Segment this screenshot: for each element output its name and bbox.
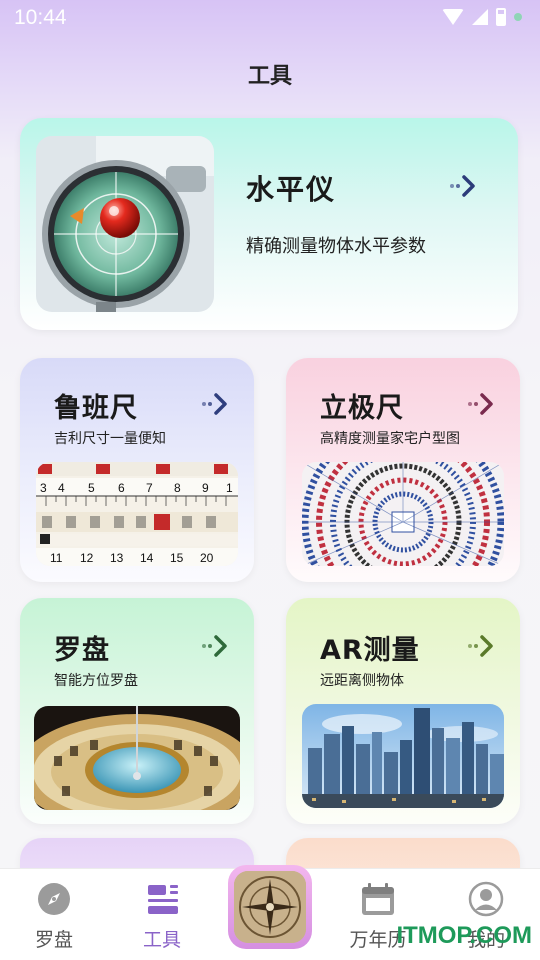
level-tool-card[interactable]: 水平仪 精确测量物体水平参数 bbox=[20, 118, 518, 330]
svg-text:14: 14 bbox=[140, 551, 154, 565]
liji-ruler-title: 立极尺 bbox=[320, 393, 404, 424]
compass-card-subtitle: 智能方位罗盘 bbox=[54, 673, 138, 689]
luopan-center-icon bbox=[234, 871, 306, 943]
nav-item-tools[interactable]: 工具 bbox=[108, 869, 216, 960]
battery-icon bbox=[496, 8, 506, 26]
chevron-right-icon[interactable] bbox=[200, 630, 232, 662]
chevron-right-icon[interactable] bbox=[200, 388, 232, 420]
svg-text:11: 11 bbox=[50, 551, 63, 565]
liji-chart-image bbox=[302, 462, 504, 566]
watermark: ITMOP.COM bbox=[396, 922, 532, 949]
svg-text:6: 6 bbox=[118, 481, 125, 495]
ar-measure-title: AR测量 bbox=[320, 635, 420, 666]
status-bar: 10:44 bbox=[0, 0, 540, 36]
svg-text:5: 5 bbox=[88, 481, 95, 495]
nav-label-compass: 罗盘 bbox=[34, 929, 73, 951]
page-title: 工具 bbox=[247, 64, 292, 89]
tools-icon bbox=[148, 885, 178, 914]
chevron-right-icon[interactable] bbox=[448, 170, 480, 202]
luban-ruler-subtitle: 吉利尺寸一量便知 bbox=[54, 431, 166, 447]
calendar-icon bbox=[362, 883, 394, 915]
wifi-icon bbox=[442, 9, 464, 25]
nav-item-compass[interactable]: 罗盘 bbox=[0, 869, 108, 960]
svg-text:9: 9 bbox=[202, 481, 209, 495]
svg-text:13: 13 bbox=[110, 551, 124, 565]
ar-measure-subtitle: 远距离侧物体 bbox=[320, 673, 404, 689]
svg-text:4: 4 bbox=[58, 481, 65, 495]
luban-ruler-image: 34 5 6 7 8 9 1 11 12 13 14 15 20 bbox=[36, 462, 238, 566]
luban-ruler-card[interactable]: 鲁班尺 吉利尺寸一量便知 34 5 6 7 8 9 1 11 12 13 14 15 20 bbox=[20, 358, 254, 582]
ar-measure-card[interactable]: AR测量 远距离侧物体 bbox=[286, 598, 520, 824]
nav-label-tools: 工具 bbox=[142, 929, 181, 951]
compass-card-title: 罗盘 bbox=[54, 635, 110, 666]
svg-text:15: 15 bbox=[170, 551, 184, 565]
city-skyline-image bbox=[302, 704, 504, 808]
status-icons bbox=[442, 8, 522, 26]
bottom-navigation: 罗盘 工具 万年历 我的 ITMOP.COM bbox=[0, 865, 540, 960]
level-tool-title: 水平仪 bbox=[246, 173, 337, 206]
svg-text:3: 3 bbox=[40, 481, 47, 495]
notification-dot-icon bbox=[514, 13, 522, 21]
nav-center-luopan-button[interactable] bbox=[228, 865, 312, 949]
svg-text:7: 7 bbox=[146, 481, 153, 495]
user-icon bbox=[468, 881, 504, 917]
chevron-right-icon[interactable] bbox=[466, 388, 498, 420]
status-time: 10:44 bbox=[14, 6, 67, 29]
level-gauge-image bbox=[36, 136, 214, 312]
luban-ruler-title: 鲁班尺 bbox=[54, 393, 138, 424]
svg-text:12: 12 bbox=[80, 551, 94, 565]
svg-text:1: 1 bbox=[226, 481, 233, 495]
compass-card[interactable]: 罗盘 智能方位罗盘 bbox=[20, 598, 254, 824]
compass-image bbox=[34, 706, 240, 810]
svg-text:20: 20 bbox=[200, 551, 214, 565]
level-tool-subtitle: 精确测量物体水平参数 bbox=[246, 236, 426, 257]
chevron-right-icon[interactable] bbox=[466, 630, 498, 662]
compass-icon bbox=[38, 883, 70, 915]
svg-text:8: 8 bbox=[174, 481, 181, 495]
liji-ruler-card[interactable]: 立极尺 高精度测量家宅户型图 bbox=[286, 358, 520, 582]
signal-icon bbox=[472, 9, 488, 25]
liji-ruler-subtitle: 高精度测量家宅户型图 bbox=[320, 431, 460, 447]
